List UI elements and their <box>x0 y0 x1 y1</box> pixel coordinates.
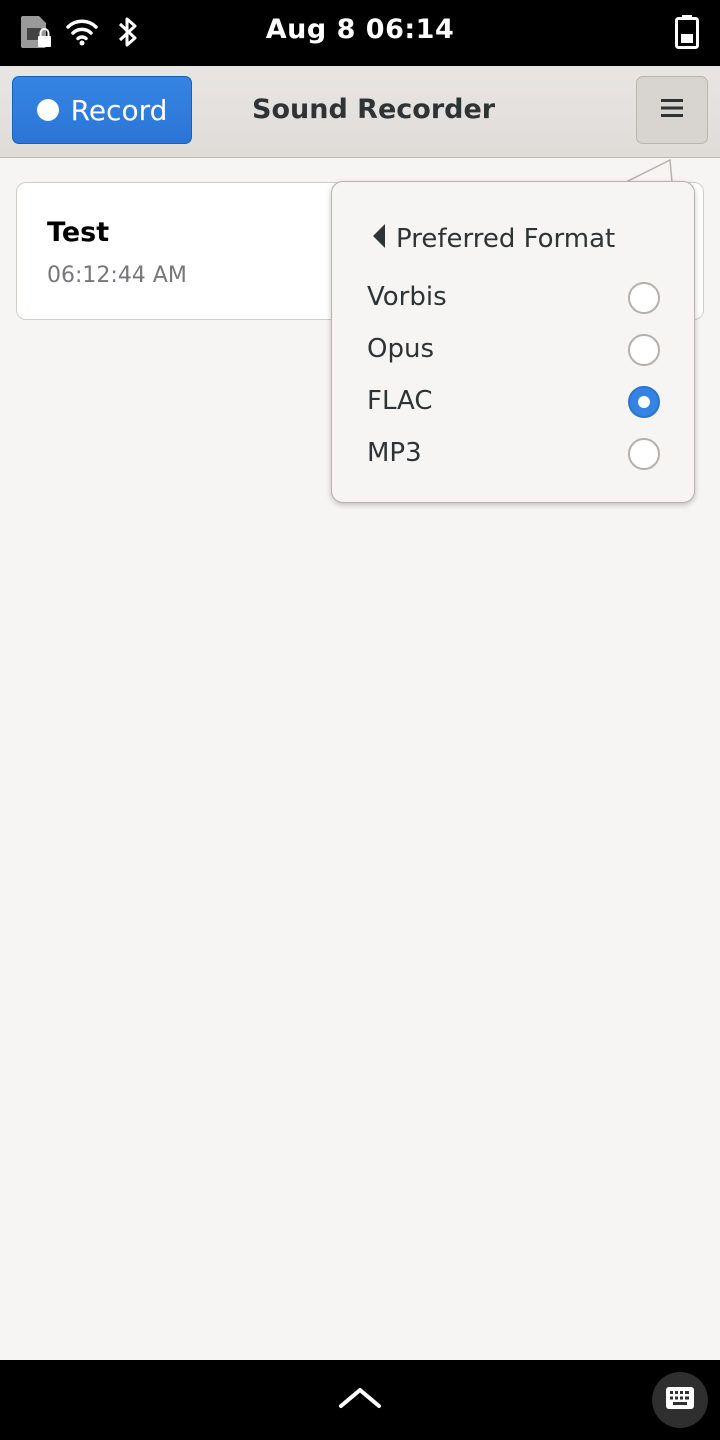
hamburger-menu-icon <box>660 97 684 123</box>
status-bar: Aug 8 06:14 <box>0 0 720 66</box>
popover-back-button[interactable]: Preferred Format <box>372 222 615 256</box>
format-label: Opus <box>367 334 434 364</box>
format-label: Vorbis <box>367 282 447 312</box>
status-clock: Aug 8 06:14 <box>265 14 455 45</box>
bottom-bar <box>0 1360 720 1440</box>
popover-title: Preferred Format <box>396 224 616 254</box>
on-screen-keyboard-button[interactable] <box>652 1372 708 1428</box>
recording-time: 06:12:44 AM <box>47 263 187 288</box>
format-option-mp3[interactable]: MP3 <box>332 428 696 480</box>
format-radio[interactable] <box>628 386 660 418</box>
header-bar: Record Sound Recorder <box>0 66 720 158</box>
preferred-format-popover: Preferred Format Vorbis Opus FLAC MP3 <box>331 181 695 503</box>
format-radio[interactable] <box>628 438 660 470</box>
format-label: MP3 <box>367 438 422 468</box>
record-dot-icon <box>36 99 59 121</box>
format-label: FLAC <box>367 386 433 416</box>
format-option-vorbis[interactable]: Vorbis <box>332 272 696 324</box>
record-button-label: Record <box>70 93 168 127</box>
battery-icon <box>674 14 700 54</box>
back-triangle-icon <box>372 223 386 256</box>
format-option-opus[interactable]: Opus <box>332 324 696 376</box>
chevron-up-icon[interactable] <box>338 1384 382 1416</box>
record-button[interactable]: Record <box>12 76 192 144</box>
format-radio[interactable] <box>628 282 660 314</box>
main-menu-button[interactable] <box>636 76 708 144</box>
format-option-flac[interactable]: FLAC <box>332 376 696 428</box>
keyboard-icon <box>665 1386 695 1414</box>
format-radio[interactable] <box>628 334 660 366</box>
app-title: Sound Recorder <box>252 94 496 125</box>
recording-name: Test <box>47 217 110 248</box>
